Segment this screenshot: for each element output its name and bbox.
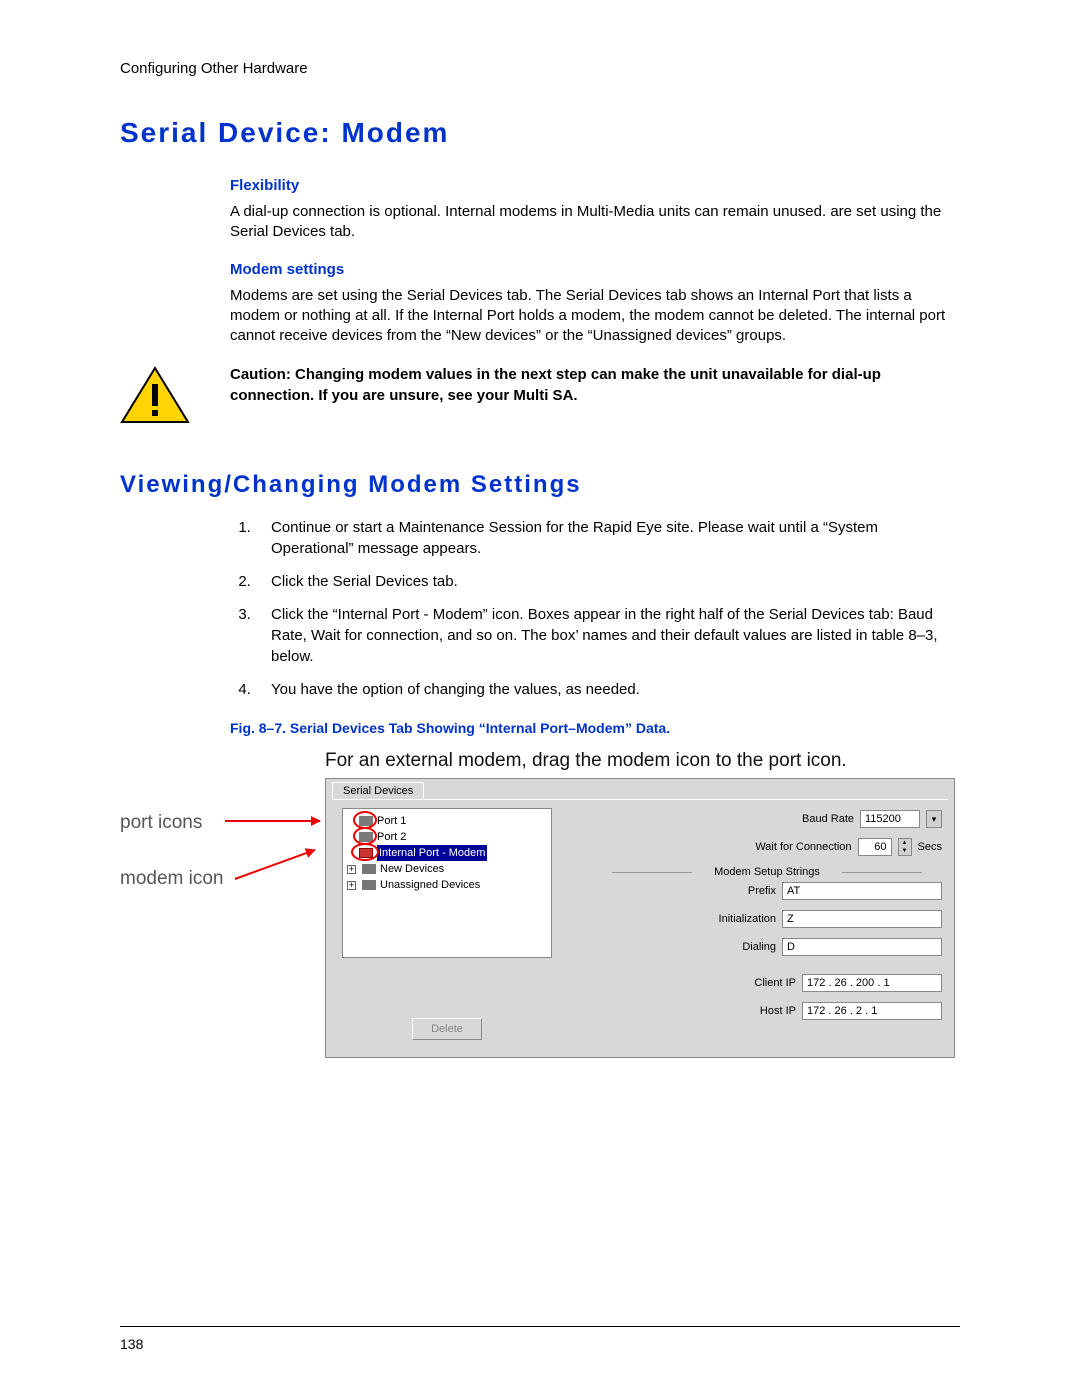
group-modem-setup-strings: Modem Setup Strings bbox=[592, 866, 942, 878]
client-ip-label: Client IP bbox=[754, 977, 796, 989]
delete-button: Delete bbox=[412, 1018, 482, 1040]
tree-item-label: Internal Port - Modem bbox=[377, 845, 487, 861]
modem-icon bbox=[359, 848, 373, 858]
subheading-flexibility: Flexibility bbox=[230, 177, 960, 194]
prefix-input[interactable]: AT bbox=[782, 882, 942, 900]
figure: For an external modem, drag the modem ic… bbox=[120, 750, 960, 1068]
folder-icon bbox=[362, 864, 376, 874]
tree-item-label: Port 1 bbox=[377, 813, 406, 829]
modem-settings-pane: Baud Rate 115200 Wait for Connection 60 … bbox=[592, 810, 942, 1030]
initialization-input[interactable]: Z bbox=[782, 910, 942, 928]
figure-caption: Fig. 8–7. Serial Devices Tab Showing “In… bbox=[230, 720, 960, 736]
caution-text: Caution: Changing modem values in the ne… bbox=[210, 364, 960, 406]
port-icon bbox=[359, 816, 373, 826]
annotation-modem-icon: modem icon bbox=[120, 868, 224, 890]
expand-icon[interactable]: + bbox=[347, 865, 356, 874]
prefix-label: Prefix bbox=[748, 885, 776, 897]
warning-triangle-icon bbox=[120, 364, 210, 431]
dropdown-arrow-icon[interactable] bbox=[926, 810, 942, 828]
wait-connection-input[interactable]: 60 bbox=[858, 838, 892, 856]
arrow-icon bbox=[225, 820, 320, 822]
tab-serial-devices[interactable]: Serial Devices bbox=[332, 782, 424, 799]
step-item: Click the “Internal Port - Modem” icon. … bbox=[255, 604, 960, 667]
port-icon bbox=[359, 832, 373, 842]
heading-viewing-changing: Viewing/Changing Modem Settings bbox=[120, 471, 960, 499]
host-ip-input[interactable]: 172 . 26 . 2 . 1 bbox=[802, 1002, 942, 1020]
steps-list: Continue or start a Maintenance Session … bbox=[255, 517, 960, 700]
step-item: Click the Serial Devices tab. bbox=[255, 571, 960, 592]
annotation-port-icons: port icons bbox=[120, 812, 202, 834]
host-ip-label: Host IP bbox=[760, 1005, 796, 1017]
baud-rate-label: Baud Rate bbox=[802, 813, 854, 825]
subheading-modem-settings: Modem settings bbox=[230, 261, 960, 278]
baud-rate-select[interactable]: 115200 bbox=[860, 810, 920, 828]
tree-item-port2[interactable]: Port 2 bbox=[345, 829, 549, 845]
spinner-icon[interactable]: ▲▼ bbox=[898, 838, 912, 856]
running-header: Configuring Other Hardware bbox=[120, 60, 960, 77]
serial-devices-dialog: Serial Devices Port 1 Port 2 bbox=[325, 778, 955, 1058]
caution-block: Caution: Changing modem values in the ne… bbox=[120, 364, 960, 431]
dialing-input[interactable]: D bbox=[782, 938, 942, 956]
tree-item-label: Port 2 bbox=[377, 829, 406, 845]
tree-item-unassigned-devices[interactable]: + Unassigned Devices bbox=[345, 877, 549, 893]
step-item: You have the option of changing the valu… bbox=[255, 679, 960, 700]
arrow-icon bbox=[235, 849, 316, 880]
initialization-label: Initialization bbox=[719, 913, 776, 925]
step-item: Continue or start a Maintenance Session … bbox=[255, 517, 960, 559]
page-number: 138 bbox=[120, 1336, 143, 1352]
footer-rule bbox=[120, 1326, 960, 1327]
folder-icon bbox=[362, 880, 376, 890]
paragraph-flexibility: A dial-up connection is optional. Intern… bbox=[230, 202, 960, 243]
tree-item-port1[interactable]: Port 1 bbox=[345, 813, 549, 829]
wait-unit-label: Secs bbox=[918, 841, 942, 853]
device-tree[interactable]: Port 1 Port 2 Internal Port - Modem + bbox=[342, 808, 552, 958]
tree-item-label: Unassigned Devices bbox=[380, 877, 480, 893]
tree-item-label: New Devices bbox=[380, 861, 444, 877]
heading-serial-device-modem: Serial Device: Modem bbox=[120, 117, 960, 149]
tree-item-new-devices[interactable]: + New Devices bbox=[345, 861, 549, 877]
paragraph-modem-settings: Modems are set using the Serial Devices … bbox=[230, 286, 960, 347]
wait-connection-label: Wait for Connection bbox=[755, 841, 851, 853]
expand-icon[interactable]: + bbox=[347, 881, 356, 890]
client-ip-input[interactable]: 172 . 26 . 200 . 1 bbox=[802, 974, 942, 992]
dialing-label: Dialing bbox=[742, 941, 776, 953]
tree-item-internal-port-modem[interactable]: Internal Port - Modem bbox=[345, 845, 549, 861]
figure-instruction: For an external modem, drag the modem ic… bbox=[325, 750, 960, 772]
